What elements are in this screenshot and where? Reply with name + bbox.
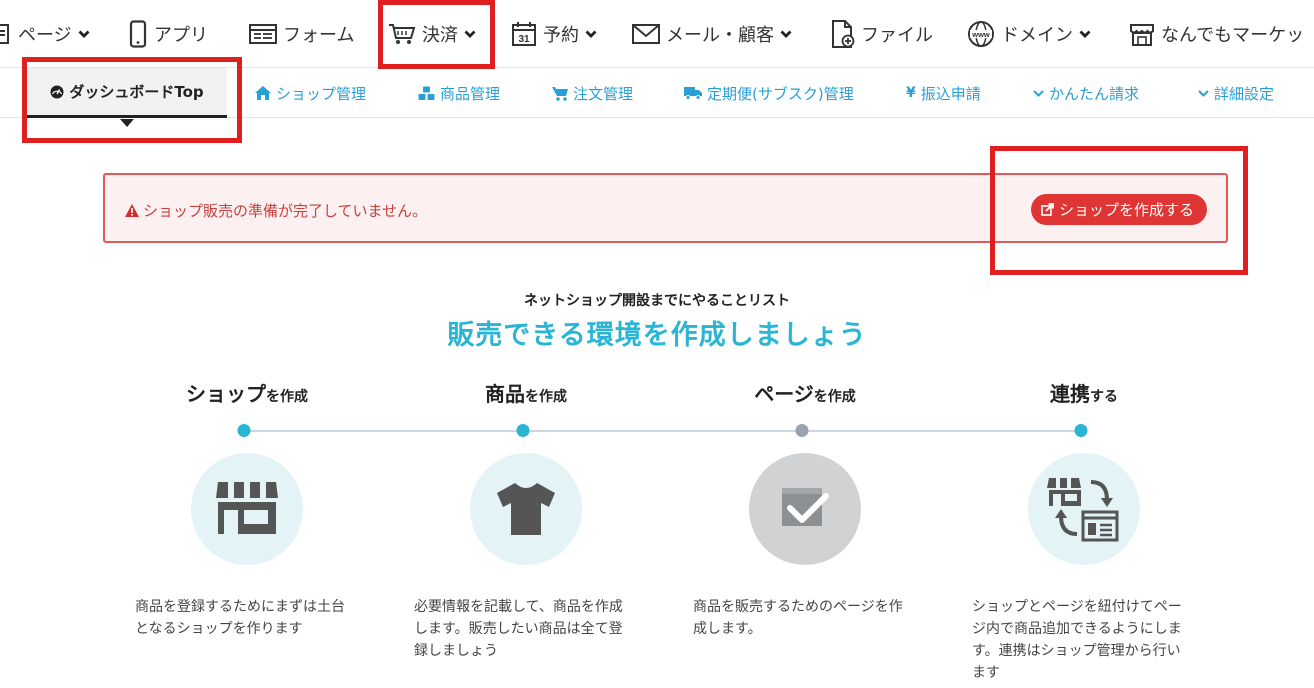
nav-item-form[interactable]: フォーム	[249, 0, 354, 68]
nav-item-label: なんでもマーケッ	[1161, 25, 1305, 46]
page-icon	[0, 24, 9, 44]
create-shop-button-label: ショップを作成する	[1059, 201, 1195, 219]
mail-icon	[632, 24, 660, 44]
nav-item-label: 決済	[422, 25, 458, 46]
svg-text:www: www	[971, 30, 990, 39]
tab-subscription-management[interactable]: 定期便(サブスク)管理	[684, 68, 854, 118]
step-icon-link[interactable]	[1028, 453, 1140, 565]
step-description-link: ショップとページを紐付けてページ内で商品追加できるようにします。連携はショップ管…	[972, 599, 1182, 681]
active-tab-caret	[120, 119, 134, 127]
nav-item-mail-customer[interactable]: メール・顧客	[632, 0, 792, 68]
top-nav: ページ アプリ フォーム 決済 31 予約 メール・顧客 ファイル www ドメ…	[0, 0, 1314, 68]
market-icon	[1130, 24, 1154, 46]
dashboard-icon	[50, 85, 64, 99]
tab-advanced-settings[interactable]: 詳細設定	[1198, 68, 1274, 118]
nav-item-app[interactable]: アプリ	[128, 0, 208, 68]
nav-item-file[interactable]: ファイル	[831, 0, 933, 68]
warning-icon	[125, 204, 139, 217]
nav-item-label: メール・顧客	[666, 25, 774, 46]
step-title-page: ページを作成	[754, 382, 856, 406]
calendar-icon: 31	[512, 22, 536, 46]
step-description-page: 商品を販売するためのページを作成します。	[693, 599, 903, 637]
alert-message-text: ショップ販売の準備が完了していません。	[143, 202, 428, 220]
step-title-shop: ショップを作成	[186, 382, 308, 406]
tab-dashboard-top[interactable]: ダッシュボードTop	[27, 68, 227, 127]
tab-label: ダッシュボードTop	[69, 83, 204, 101]
truck-icon	[684, 86, 702, 100]
tab-label: かんたん請求	[1049, 84, 1140, 103]
nav-item-label: ドメイン	[1001, 25, 1073, 46]
setup-incomplete-alert: ショップ販売の準備が完了していません。 ショップを作成する	[103, 173, 1228, 243]
chevron-down-icon	[78, 30, 90, 38]
nav-item-label: フォーム	[283, 25, 355, 46]
step-title-product: 商品を作成	[485, 382, 567, 406]
progress-timeline	[244, 430, 1082, 432]
page-title: 販売できる環境を作成しましょう	[447, 320, 867, 351]
step-dot-shop	[237, 424, 251, 437]
step-description-product: 必要情報を記載して、商品を作成します。販売したい商品は全て登録しましょう	[414, 599, 623, 659]
nav-item-market[interactable]: なんでもマーケッ	[1129, 0, 1304, 68]
tshirt-icon	[497, 483, 555, 535]
svg-text:31: 31	[518, 34, 530, 45]
chevron-down-icon	[1079, 30, 1091, 38]
form-icon	[249, 24, 277, 44]
yen-icon: ¥	[906, 85, 916, 101]
nav-item-label: ページ	[18, 25, 72, 46]
step-icon-product[interactable]	[470, 453, 582, 565]
step-dot-product	[516, 424, 530, 437]
tab-label: 注文管理	[573, 84, 634, 103]
nav-item-domain[interactable]: www ドメイン	[967, 0, 1091, 68]
tab-easy-billing[interactable]: かんたん請求	[1033, 68, 1139, 118]
sub-nav: ダッシュボードTop ショップ管理 商品管理 注文管理 定期便(サブスク)管理 …	[0, 68, 1314, 127]
home-icon	[255, 86, 271, 100]
tab-label: 定期便(サブスク)管理	[707, 84, 854, 103]
step-icon-page[interactable]	[749, 453, 861, 565]
chevron-down-icon	[585, 30, 597, 38]
tab-shop-management[interactable]: ショップ管理	[255, 68, 366, 118]
nav-item-label: アプリ	[154, 25, 208, 46]
chevron-down-icon	[1198, 89, 1209, 98]
nav-item-label: 予約	[543, 25, 579, 46]
step-icon-shop[interactable]	[191, 453, 303, 565]
tab-product-management[interactable]: 商品管理	[418, 68, 500, 118]
nav-item-reservation[interactable]: 31 予約	[511, 0, 597, 68]
tab-transfer-request[interactable]: ¥ 振込申請	[906, 68, 981, 118]
tab-label: ショップ管理	[276, 84, 367, 103]
sync-store-page-icon	[1047, 478, 1119, 542]
chevron-down-icon	[1033, 89, 1044, 98]
cubes-icon	[418, 86, 435, 101]
tab-label: 詳細設定	[1214, 84, 1275, 103]
file-icon	[832, 20, 855, 48]
tab-label: 振込申請	[920, 84, 981, 103]
nav-item-page[interactable]: ページ	[0, 0, 90, 68]
create-shop-button[interactable]: ショップを作成する	[1031, 194, 1208, 225]
cart-icon	[552, 86, 568, 101]
globe-www-icon: www	[968, 21, 994, 47]
nav-item-label: ファイル	[861, 25, 933, 46]
todo-list-subheading: ネットショップ開設までにやることリスト	[524, 293, 790, 309]
smartphone-icon	[129, 20, 147, 48]
store-icon	[216, 482, 278, 534]
chevron-down-icon	[464, 30, 476, 38]
alert-message: ショップ販売の準備が完了していません。	[125, 200, 427, 221]
cart-icon	[389, 24, 416, 44]
tab-label: 商品管理	[440, 84, 501, 103]
step-description-shop: 商品を登録するためにまずは土台となるショップを作ります	[135, 599, 345, 637]
page-check-icon	[782, 488, 829, 526]
step-dot-link	[1074, 424, 1088, 437]
chevron-down-icon	[780, 30, 792, 38]
tab-order-management[interactable]: 注文管理	[552, 68, 633, 118]
external-link-icon	[1041, 203, 1054, 216]
step-dot-page	[795, 424, 809, 437]
step-title-link: 連携する	[1050, 382, 1118, 406]
nav-item-payment[interactable]: 決済	[388, 0, 476, 68]
